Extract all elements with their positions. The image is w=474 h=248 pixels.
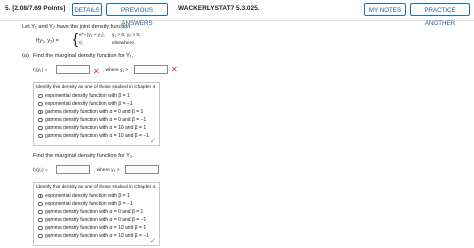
case2-expression: 0, bbox=[79, 41, 84, 46]
details-button[interactable]: DETAILS bbox=[72, 3, 102, 16]
radio-button[interactable] bbox=[38, 217, 43, 222]
correct-check-icon: ✓ bbox=[150, 138, 156, 145]
problem-reference: WACKERLYSTAT7 5.3.025. bbox=[178, 5, 260, 12]
identify-y2-box: Identify this density as one of those st… bbox=[33, 182, 160, 246]
radio-button[interactable] bbox=[38, 209, 43, 214]
f2-lhs: f₂(y₂) = bbox=[33, 168, 48, 173]
identify-y1-box: Identify this density as one of those st… bbox=[33, 82, 160, 146]
question-header: 5. [2.08/7.69 Points] DETAILS PREVIOUS A… bbox=[0, 0, 474, 27]
option-label: exponential density function with β = −1 bbox=[45, 201, 133, 207]
case2-condition: elsewhere. bbox=[112, 41, 136, 46]
radio-button[interactable] bbox=[38, 225, 43, 230]
option-label: gamma density function with α = 10 and β… bbox=[45, 133, 150, 139]
joint-density-lhs: f(y₁, y₂) = bbox=[36, 38, 59, 44]
option-label: gamma density function with α = 10 and β… bbox=[45, 225, 147, 231]
y1-bound-input[interactable] bbox=[134, 65, 168, 74]
option-label: gamma density function with α = 0 and β … bbox=[45, 217, 147, 223]
radio-button[interactable] bbox=[38, 117, 43, 122]
f1-answer-input[interactable] bbox=[56, 65, 90, 74]
part-a-label: (a) bbox=[22, 53, 29, 59]
option-label: exponential density function with β = 1 bbox=[45, 193, 130, 199]
marginal-y1-prompt: Find the marginal density function for Y… bbox=[33, 53, 134, 59]
option-label: gamma density function with α = 10 and β… bbox=[45, 233, 150, 239]
identify-y2-prompt: Identify this density as one of those st… bbox=[36, 185, 157, 190]
radio-button-selected[interactable] bbox=[38, 109, 43, 114]
my-notes-button[interactable]: MY NOTES bbox=[364, 3, 406, 16]
f1-lhs: f₁(y₁) = bbox=[33, 68, 48, 73]
option-label: gamma density function with α = 0 and β … bbox=[45, 209, 144, 215]
radio-button[interactable] bbox=[38, 133, 43, 138]
marginal-y2-prompt: Find the marginal density function for Y… bbox=[33, 153, 134, 159]
question-points: 5. [2.08/7.69 Points] bbox=[5, 5, 66, 12]
identify-y1-prompt: Identify this density as one of those st… bbox=[36, 85, 157, 90]
case1-condition: y₁ > 0, y₂ > 0, bbox=[112, 33, 141, 38]
y2-bound-input[interactable] bbox=[125, 165, 159, 174]
f2-answer-input[interactable] bbox=[56, 165, 90, 174]
radio-button[interactable] bbox=[38, 125, 43, 130]
option-label: exponential density function with β = −1 bbox=[45, 101, 133, 107]
radio-button[interactable] bbox=[38, 101, 43, 106]
case1-expression: e^−(y₁ + y₂), bbox=[79, 33, 105, 38]
problem-intro: Let Y₁ and Y₂ have the joint density fun… bbox=[22, 24, 131, 30]
incorrect-icon: ✕ bbox=[171, 65, 178, 74]
option-label: gamma density function with α = 0 and β … bbox=[45, 117, 147, 123]
option-label: exponential density function with β = 1 bbox=[45, 93, 130, 99]
option-label: gamma density function with α = 0 and β … bbox=[45, 109, 144, 115]
radio-button[interactable] bbox=[38, 201, 43, 206]
incorrect-icon: ✕ bbox=[93, 67, 100, 76]
radio-button[interactable] bbox=[38, 233, 43, 238]
option-label: gamma density function with α = 10 and β… bbox=[45, 125, 147, 131]
where-y2-label: , where y₂ > bbox=[94, 168, 120, 173]
practice-another-button[interactable]: PRACTICE ANOTHER bbox=[410, 3, 470, 27]
piecewise-brace: { bbox=[73, 31, 79, 48]
radio-button[interactable] bbox=[38, 93, 43, 98]
previous-answers-button[interactable]: PREVIOUS ANSWERS bbox=[106, 3, 168, 27]
correct-check-icon: ✓ bbox=[150, 238, 156, 245]
radio-button-selected[interactable] bbox=[38, 193, 43, 198]
where-y1-label: , where y₁ > bbox=[103, 68, 129, 73]
